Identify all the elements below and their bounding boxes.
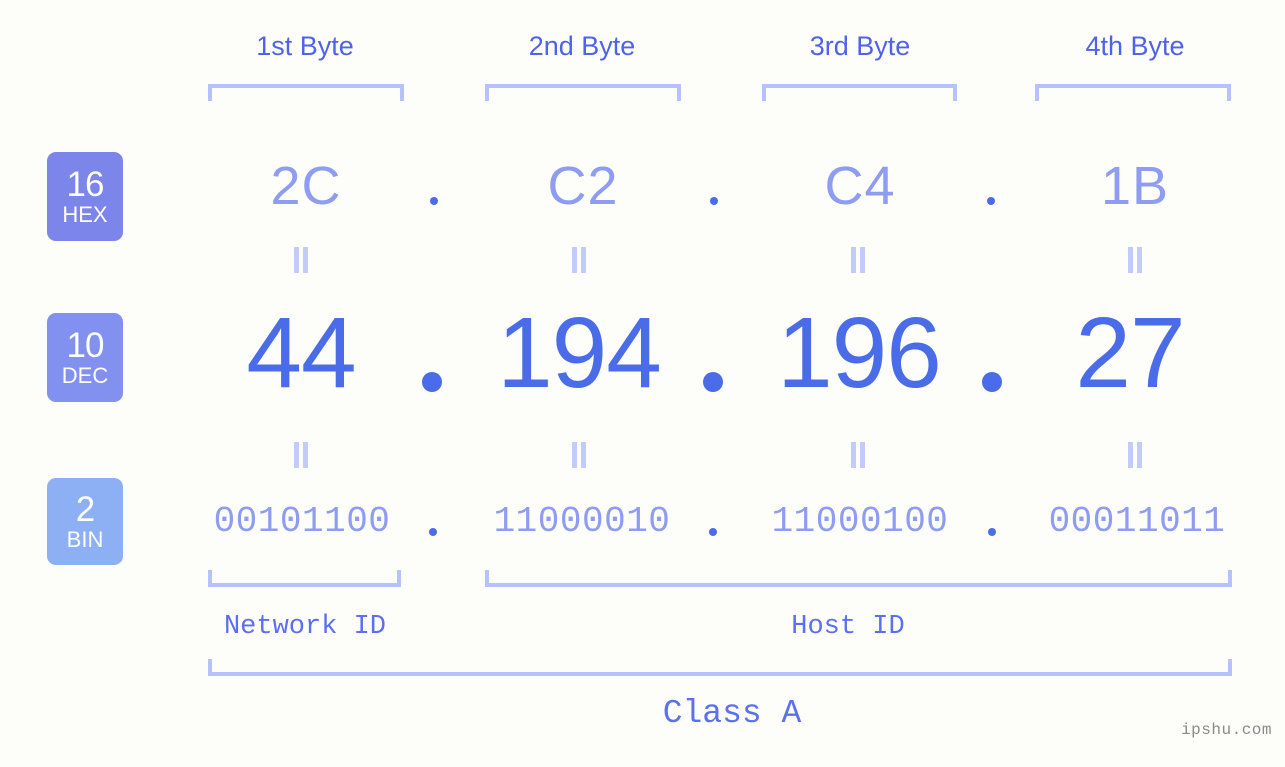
dec-separator-3 [982,372,1002,392]
dec-value-1: 44 [246,297,356,409]
byte-bracket-1 [208,84,404,101]
base-badge-bin-name: BIN [66,527,104,552]
class-bracket [208,659,1232,676]
bin-separator-3 [988,528,996,536]
base-badge-hex-name: HEX [62,202,108,227]
equals-marker-dec-bin-1 [292,442,310,468]
base-badge-hex: 16 HEX [47,152,123,241]
hex-value-1: 2C [270,156,342,216]
hex-separator-3 [987,197,995,205]
bin-value-1: 00101100 [213,501,391,542]
equals-marker-hex-dec-1 [292,247,310,273]
hex-separator-1 [430,197,438,205]
base-badge-hex-number: 16 [66,165,105,204]
equals-marker-hex-dec-2 [570,247,588,273]
byte-bracket-4 [1035,84,1231,101]
network-id-label: Network ID [223,612,387,642]
base-badge-bin: 2 BIN [47,478,123,565]
bin-separator-2 [709,528,717,536]
equals-marker-dec-bin-3 [849,442,867,468]
dec-separator-1 [422,372,442,392]
equals-marker-dec-bin-4 [1126,442,1144,468]
dec-value-4: 27 [1075,297,1185,409]
hex-value-4: 1B [1100,156,1170,216]
site-watermark: ipshu.com [1181,721,1272,739]
equals-marker-hex-dec-4 [1126,247,1144,273]
class-label: Class A [662,695,802,732]
network-id-bracket [208,570,401,587]
byte-bracket-2 [485,84,681,101]
dec-value-3: 196 [777,297,942,409]
byte-header-4: 4th Byte [1085,31,1185,61]
bin-value-2: 11000010 [493,501,671,542]
equals-marker-hex-dec-3 [849,247,867,273]
hex-value-3: C4 [824,156,896,216]
byte-header-3: 3rd Byte [809,31,911,61]
bin-separator-1 [429,528,437,536]
hex-value-2: C2 [547,156,619,216]
base-badge-dec-name: DEC [61,363,109,388]
hex-separator-2 [710,197,718,205]
byte-header-2: 2nd Byte [528,31,636,61]
equals-marker-dec-bin-2 [570,442,588,468]
base-badge-dec-number: 10 [66,326,105,365]
dec-value-2: 194 [497,297,662,409]
byte-bracket-3 [762,84,957,101]
host-id-bracket [485,570,1232,587]
ip-address-breakdown-diagram: 1st Byte 2nd Byte 3rd Byte 4th Byte 16 H… [0,0,1285,767]
base-badge-dec: 10 DEC [47,313,123,402]
host-id-label: Host ID [791,612,905,642]
dec-separator-2 [703,372,723,392]
byte-header-1: 1st Byte [256,31,354,61]
bin-value-3: 11000100 [771,501,949,542]
bin-value-4: 00011011 [1048,501,1226,542]
base-badge-bin-number: 2 [75,490,95,529]
